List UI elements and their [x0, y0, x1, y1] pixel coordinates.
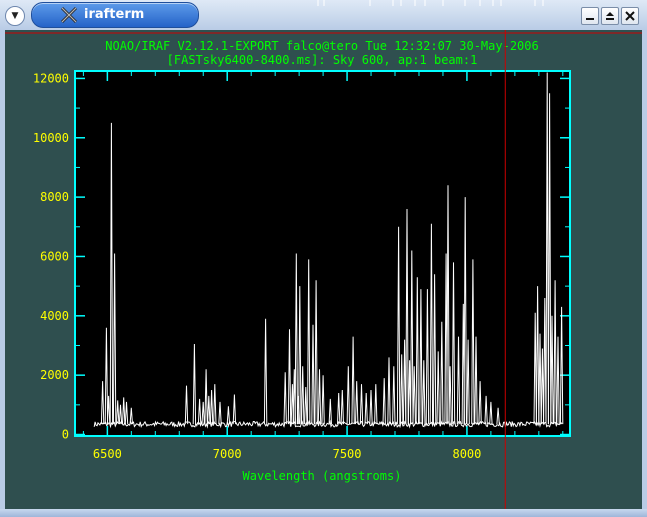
x-tick-label: 6500: [93, 447, 122, 461]
titlebar-dashes: [317, 0, 544, 6]
chevron-down-icon: ▼: [11, 10, 19, 21]
y-tick-label: 6000: [40, 249, 69, 263]
minimize-button[interactable]: [581, 7, 599, 25]
x-tick-label: 7500: [333, 447, 362, 461]
x-logo-icon: [60, 6, 78, 24]
close-icon: [625, 11, 635, 21]
close-button[interactable]: [621, 7, 639, 25]
y-tick-label: 2000: [40, 368, 69, 382]
minimize-icon: [586, 18, 594, 20]
maximize-button[interactable]: [601, 7, 619, 25]
x-tick-label: 8000: [452, 447, 481, 461]
y-tick-label: 12000: [33, 71, 69, 85]
maximize-icon: [606, 12, 614, 20]
y-tick-label: 4000: [40, 309, 69, 323]
plot-header-line2: [FASTsky6400-8400.ms]: Sky 600, ap:1 bea…: [167, 53, 478, 67]
graphics-terminal[interactable]: NOAO/IRAF V2.12.1-EXPORT falco@tero Tue …: [5, 30, 642, 509]
spectrum-plot[interactable]: NOAO/IRAF V2.12.1-EXPORT falco@tero Tue …: [5, 30, 642, 509]
window-title: irafterm: [84, 7, 145, 22]
y-tick-label: 0: [62, 428, 69, 442]
x-tick-label: 7000: [213, 447, 242, 461]
window-title-pill[interactable]: irafterm: [31, 2, 199, 28]
y-tick-label: 10000: [33, 131, 69, 145]
plot-header-line1: NOAO/IRAF V2.12.1-EXPORT falco@tero Tue …: [105, 39, 538, 53]
window-titlebar[interactable]: ▼ irafterm: [0, 0, 647, 31]
window-right-border: [642, 30, 647, 509]
y-tick-label: 8000: [40, 190, 69, 204]
window-bottom-border: [0, 509, 647, 517]
x-axis-label: Wavelength (angstroms): [243, 469, 402, 483]
window-menu-button[interactable]: ▼: [5, 6, 25, 26]
